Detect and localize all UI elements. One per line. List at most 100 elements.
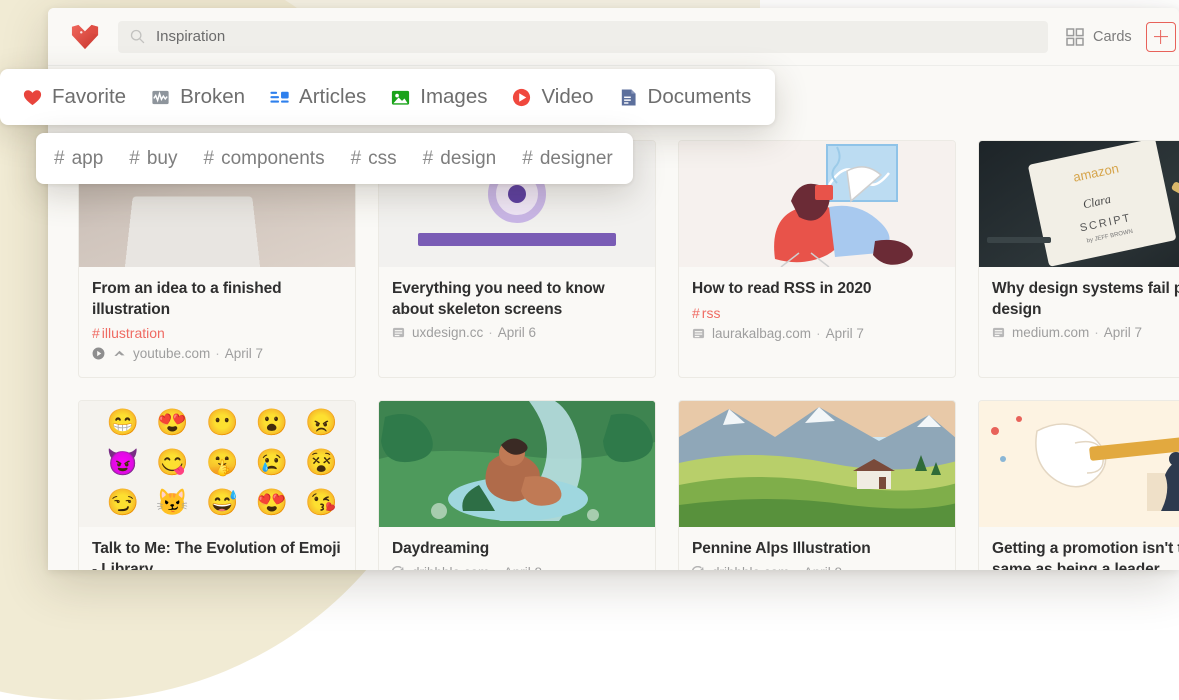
card-title: Why design systems fail product design: [992, 280, 1179, 318]
filter-item-documents[interactable]: Documents: [618, 85, 752, 109]
filter-label: Documents: [647, 85, 752, 108]
tag-item-components[interactable]: # components: [204, 148, 325, 170]
card-item[interactable]: amazon Clara SCRIPT by JEFF BROWN Why de…: [978, 140, 1179, 378]
card-source-name: youtube.com: [133, 346, 211, 362]
card-source-name: uxdesign.cc: [412, 325, 484, 341]
filter-item-video[interactable]: Video: [511, 85, 594, 109]
card-title: From an idea to a finished illustration: [92, 280, 282, 318]
card-title: How to read RSS in 2020: [692, 280, 872, 297]
card-thumbnail: [979, 401, 1179, 527]
filter-item-images[interactable]: Images: [390, 85, 487, 109]
tag-label: css: [368, 147, 397, 169]
card-item[interactable]: How to read RSS in 2020 # rss laurakalbag…: [678, 140, 956, 378]
filter-item-articles[interactable]: Articles: [269, 85, 366, 109]
card-thumbnail: [679, 141, 955, 267]
card-item[interactable]: 😁 😍 😶 😮 😠 😈 😋 🤫 😢 😵 😏 😼 😅 😍 😘 Talk to Me…: [78, 400, 356, 570]
card-date: April 7: [1103, 325, 1143, 341]
card-title: Talk to Me: The Evolution of Emoji - Lib…: [92, 540, 341, 570]
hash-icon: #: [203, 147, 215, 169]
card-separator: ·: [215, 346, 220, 362]
hash-icon: #: [422, 147, 434, 169]
tag-label: buy: [146, 147, 178, 169]
card-thumbnail: amazon Clara SCRIPT by JEFF BROWN: [979, 141, 1179, 267]
card-date: April 6: [497, 325, 537, 341]
dribbble-favicon: [691, 565, 705, 570]
card-title: Daydreaming: [392, 540, 490, 557]
card-title: Getting a promotion isn't the same as be…: [992, 540, 1179, 570]
card-item[interactable]: Daydreaming dribbble.com · April 8: [378, 400, 656, 570]
card-separator: ·: [494, 565, 499, 570]
broken-icon: [150, 87, 171, 108]
articles-icon: [269, 87, 290, 108]
tag-item-app[interactable]: # app: [54, 148, 103, 170]
article-favicon: [992, 326, 1005, 339]
card-meta: From an idea to a finished illustration …: [79, 267, 355, 377]
card-meta: Pennine Alps Illustration dribbble.com ·…: [679, 527, 955, 570]
card-source: medium.com · April 7: [992, 325, 1179, 340]
card-meta: Why design systems fail product design m…: [979, 267, 1179, 377]
card-date: April 7: [224, 346, 264, 362]
search-icon: [130, 29, 145, 44]
card-tag[interactable]: # illustration: [92, 325, 342, 341]
filter-item-broken[interactable]: Broken: [150, 85, 245, 109]
card-meta: Everything you need to know about skelet…: [379, 267, 655, 377]
filter-label: Favorite: [52, 85, 127, 108]
card-thumbnail: [379, 401, 655, 527]
documents-icon: [618, 87, 639, 108]
card-separator: ·: [488, 325, 493, 341]
youtube-play-icon: [92, 347, 105, 360]
tag-popover: # app # buy # components # css # design …: [36, 133, 633, 184]
view-toggle-label: Cards: [1093, 28, 1132, 45]
card-title: Pennine Alps Illustration: [692, 540, 871, 557]
video-icon: [511, 87, 532, 108]
card-meta: Getting a promotion isn't the same as be…: [979, 527, 1179, 570]
youtube-favicon: [113, 347, 126, 360]
article-favicon: [692, 327, 705, 340]
card-source: dribbble.com · April 8: [691, 565, 942, 570]
view-toggle-cards[interactable]: Cards: [1066, 27, 1132, 46]
article-favicon: [392, 326, 405, 339]
heart-icon: [22, 87, 43, 108]
hash-icon: #: [129, 147, 140, 169]
tag-item-buy[interactable]: # buy: [129, 148, 177, 170]
card-tag[interactable]: # rss: [692, 305, 942, 321]
card-date: April 8: [804, 565, 842, 570]
card-item[interactable]: Pennine Alps Illustration dribbble.com ·…: [678, 400, 956, 570]
app-header: Cards: [48, 8, 1179, 66]
search-input[interactable]: [156, 28, 1036, 45]
card-source: uxdesign.cc · April 6: [392, 325, 642, 340]
card-thumbnail: 😁 😍 😶 😮 😠 😈 😋 🤫 😢 😵 😏 😼 😅 😍 😘: [79, 401, 355, 527]
hash-icon: #: [350, 147, 362, 169]
tag-label: components: [221, 147, 325, 169]
card-tag-label: illustration: [101, 325, 165, 342]
images-icon: [390, 87, 411, 108]
card-tag-label: rss: [701, 304, 721, 321]
card-item[interactable]: Getting a promotion isn't the same as be…: [978, 400, 1179, 570]
card-source-name: medium.com: [1012, 325, 1090, 341]
card-thumbnail: [679, 401, 955, 527]
filter-item-favorite[interactable]: Favorite: [22, 85, 126, 109]
card-row: 😁 😍 😶 😮 😠 😈 😋 🤫 😢 😵 😏 😼 😅 😍 😘 Talk to Me…: [78, 400, 1179, 570]
card-meta: Talk to Me: The Evolution of Emoji - Lib…: [79, 527, 355, 570]
filter-label: Images: [420, 85, 488, 108]
search-box[interactable]: [118, 20, 1048, 53]
tag-item-css[interactable]: # css: [351, 148, 397, 170]
tag-item-designer[interactable]: # designer: [522, 148, 612, 170]
card-separator: ·: [1094, 325, 1099, 341]
card-source-name: dribbble.com: [412, 565, 489, 570]
card-source: dribbble.com · April 8: [391, 565, 642, 570]
card-date: April 7: [825, 325, 864, 341]
card-source: youtube.com · April 7: [92, 346, 342, 361]
tag-item-design[interactable]: # design: [423, 148, 497, 170]
filter-label: Video: [541, 85, 594, 108]
card-source: laurakalbag.com · April 7: [692, 326, 942, 341]
tag-label: designer: [539, 147, 613, 169]
card-date: April 8: [504, 565, 542, 570]
card-source-name: dribbble.com: [712, 565, 789, 570]
card-separator: ·: [816, 325, 821, 341]
add-button[interactable]: [1145, 21, 1176, 52]
heart-logo-icon[interactable]: [70, 23, 100, 51]
filter-popover: Favorite Broken Articles Images Video Do…: [0, 69, 776, 125]
tag-label: design: [440, 147, 497, 169]
card-title: Everything you need to know about skelet…: [392, 280, 605, 318]
